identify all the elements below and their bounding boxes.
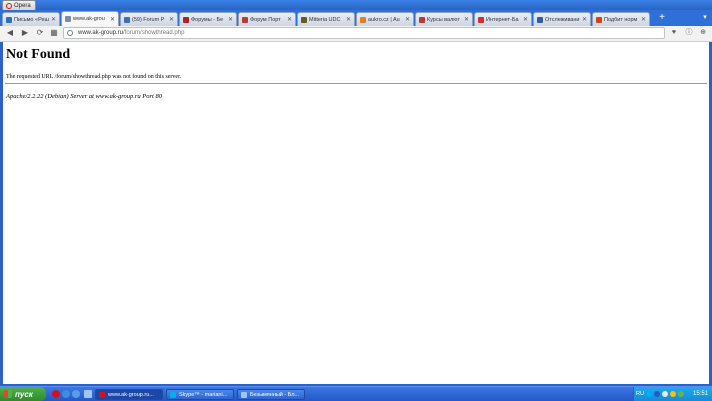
navigation-toolbar: ◀ ▶ ⟳ ▦ www.ak-group.ru/forum/showthread… xyxy=(0,26,712,42)
system-tray: RU 15:51 xyxy=(633,387,712,401)
tab-0[interactable]: Письмо «Реш ✕ xyxy=(2,12,60,26)
tab-label: Отслеживани xyxy=(545,16,580,23)
tab-close-icon[interactable]: ✕ xyxy=(405,16,410,23)
speed-dial-icon[interactable]: ▦ xyxy=(49,28,59,38)
tab-label: Mitteria UDC xyxy=(309,16,341,23)
tab-10[interactable]: Подбит норм ✕ xyxy=(592,12,650,26)
tab-favicon-icon xyxy=(360,16,366,23)
tab-label: Курсы валют xyxy=(427,16,460,23)
tab-label: (59) Forum P xyxy=(132,16,165,23)
tab-close-icon[interactable]: ✕ xyxy=(169,16,174,23)
tab-favicon-icon xyxy=(478,16,484,23)
tab-label: Интернет-Ба xyxy=(486,16,519,23)
tab-label: Форум Порт xyxy=(250,16,281,23)
tab-4[interactable]: Форум Порт ✕ xyxy=(238,12,296,26)
tab-favicon-icon xyxy=(537,16,543,23)
clock: 15:51 xyxy=(692,391,708,397)
tab-2[interactable]: (59) Forum P ✕ xyxy=(120,12,178,26)
tab-favicon-icon xyxy=(124,16,130,23)
task-favicon-icon xyxy=(99,391,105,398)
address-host: www.ak-group.ru xyxy=(78,30,124,36)
error-heading: Not Found xyxy=(6,47,71,62)
opera-quicklaunch-icon[interactable] xyxy=(52,390,60,398)
back-arrow-icon[interactable]: ◀ xyxy=(5,28,15,38)
task-label: www.ak-group.ru... xyxy=(108,391,154,398)
server-signature: Apache/2.2.22 (Debian) Server at www.ak-… xyxy=(6,93,162,100)
tab-9[interactable]: Отслеживани ✕ xyxy=(533,12,591,26)
opera-menu-label: Opera xyxy=(14,2,31,9)
forward-arrow-icon[interactable]: ▶ xyxy=(20,28,30,38)
reload-icon[interactable]: ⟳ xyxy=(35,28,45,38)
tab-8[interactable]: Интернет-Ба ✕ xyxy=(474,12,532,26)
tab-label: Письмо «Реш xyxy=(14,16,49,23)
window-titlebar: Opera xyxy=(0,0,712,11)
tab-close-icon[interactable]: ✕ xyxy=(228,16,233,23)
tab-close-icon[interactable]: ✕ xyxy=(51,16,56,23)
update-tray-icon[interactable] xyxy=(677,391,684,397)
skype-tray-icon[interactable] xyxy=(645,391,652,397)
download-icon[interactable]: ⊕ xyxy=(698,28,708,38)
task-label: Безымянный - Бл... xyxy=(250,391,300,398)
tab-close-icon[interactable]: ✕ xyxy=(582,16,587,23)
taskbar-task-0[interactable]: www.ak-group.ru... xyxy=(95,389,163,400)
start-label: пуск xyxy=(15,389,33,399)
taskbar-task-2[interactable]: Безымянный - Бл... xyxy=(237,389,305,400)
start-button[interactable]: пуск xyxy=(0,387,46,401)
tab-close-icon[interactable]: ✕ xyxy=(464,16,469,23)
tab-favicon-icon xyxy=(65,16,71,22)
tab-close-icon[interactable]: ✕ xyxy=(346,16,351,23)
tab-3[interactable]: Форумы - Бе ✕ xyxy=(179,12,237,26)
security-tray-icon[interactable] xyxy=(669,391,676,397)
tab-7[interactable]: Курсы валют ✕ xyxy=(415,12,473,26)
tab-5[interactable]: Mitteria UDC ✕ xyxy=(297,12,355,26)
tab-favicon-icon xyxy=(419,16,425,23)
tab-close-icon[interactable]: ✕ xyxy=(287,16,292,23)
info-icon[interactable]: ⓘ xyxy=(684,28,694,38)
task-favicon-icon xyxy=(170,391,176,398)
media-quicklaunch-icon[interactable] xyxy=(84,390,92,398)
tab-label: Подбит норм xyxy=(604,16,638,23)
tab-favicon-icon xyxy=(242,16,248,23)
tab-close-icon[interactable]: ✕ xyxy=(110,16,115,23)
page-content: Not Found The requested URL /forum/showt… xyxy=(3,42,709,384)
error-message: The requested URL /forum/showthread.php … xyxy=(6,74,182,80)
volume-tray-icon[interactable] xyxy=(661,391,668,397)
tab-1[interactable]: www.ak-grou ✕ xyxy=(61,11,119,26)
tab-favicon-icon xyxy=(6,16,12,23)
tab-favicon-icon xyxy=(183,16,189,23)
tab-bar: Письмо «Реш ✕ www.ak-grou ✕ (59) Forum P… xyxy=(0,10,712,26)
windows-taskbar: пуск www.ak-group.ru... Skype™ - mariani… xyxy=(0,386,712,401)
divider xyxy=(5,83,707,84)
tab-6[interactable]: aukro.cz | Au ✕ xyxy=(356,12,414,26)
tab-favicon-icon xyxy=(301,16,307,23)
show-desktop-icon[interactable] xyxy=(72,390,80,398)
ie-quicklaunch-icon[interactable] xyxy=(62,390,70,398)
taskbar-task-1[interactable]: Skype™ - mariani... xyxy=(166,389,234,400)
site-info-icon[interactable] xyxy=(67,30,73,36)
tab-favicon-icon xyxy=(596,16,602,23)
task-label: Skype™ - mariani... xyxy=(179,391,228,398)
language-indicator[interactable]: RU xyxy=(636,391,644,397)
address-path: /forum/showthread.php xyxy=(123,30,185,36)
tab-menu-chevron-icon[interactable]: ▾ xyxy=(700,13,710,23)
new-tab-plus-icon[interactable]: + xyxy=(657,13,667,23)
tab-label: www.ak-grou xyxy=(73,16,105,22)
tab-label: aukro.cz | Au xyxy=(368,16,400,23)
tab-label: Форумы - Бе xyxy=(191,16,224,23)
tab-close-icon[interactable]: ✕ xyxy=(641,16,646,23)
network-tray-icon[interactable] xyxy=(653,391,660,397)
windows-flag-icon xyxy=(4,390,12,398)
address-bar[interactable]: www.ak-group.ru/forum/showthread.php xyxy=(63,27,665,39)
opera-logo-icon xyxy=(6,2,12,9)
task-favicon-icon xyxy=(241,391,247,398)
tab-close-icon[interactable]: ✕ xyxy=(523,16,528,23)
heart-icon[interactable]: ♥ xyxy=(669,28,679,38)
